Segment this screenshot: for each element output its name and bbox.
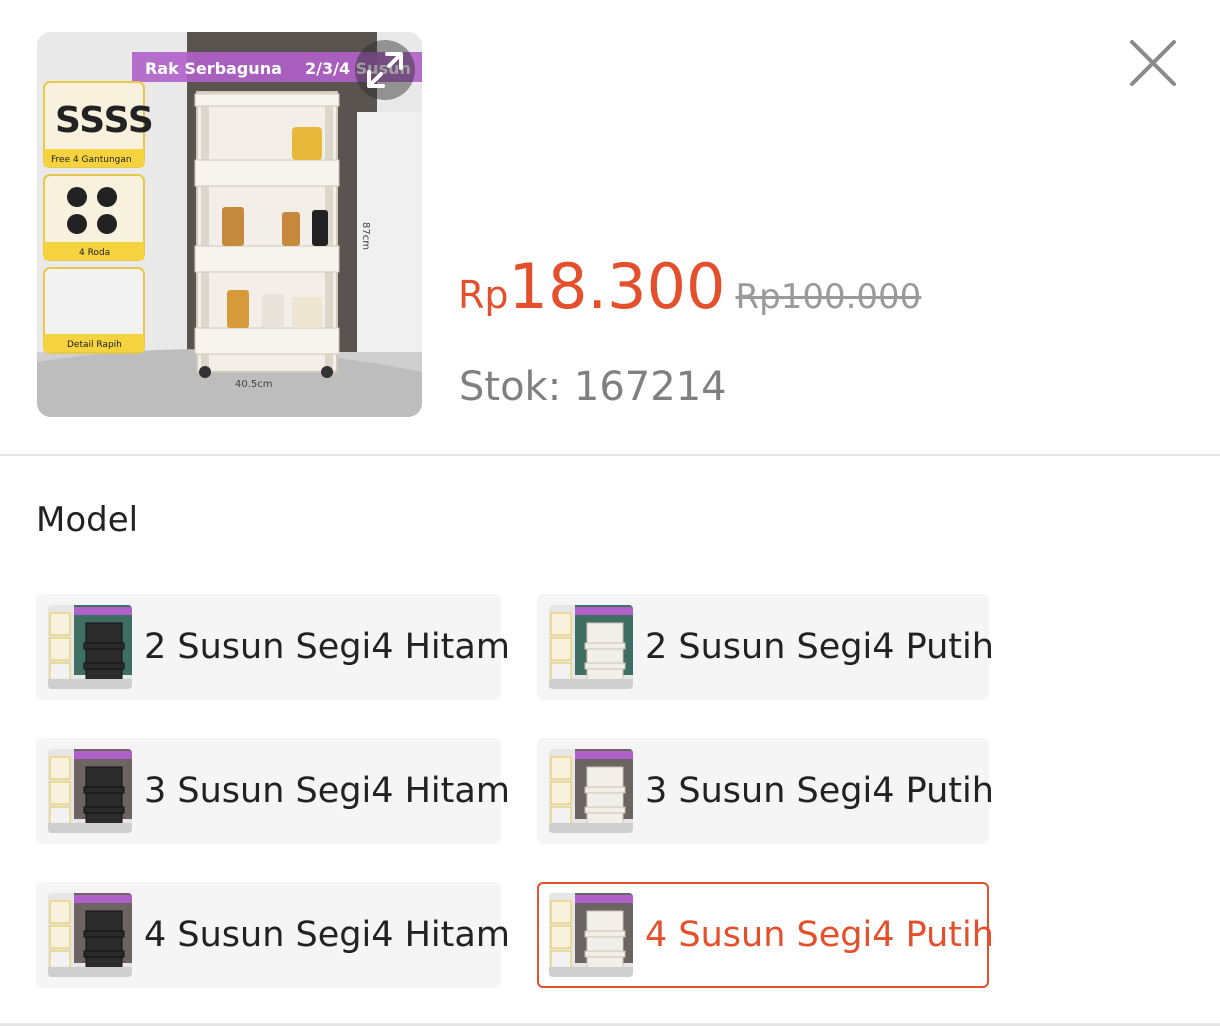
option-label: 2 Susun Segi4 Putih: [645, 627, 994, 667]
option-label: 3 Susun Segi4 Hitam: [144, 771, 510, 811]
stock-text: Stok: 167214: [459, 364, 727, 410]
variation-title: Model: [36, 500, 139, 540]
variation-option[interactable]: 2 Susun Segi4 Putih: [537, 594, 994, 700]
variation-option[interactable]: 3 Susun Segi4 Hitam: [36, 738, 510, 844]
option-label: 3 Susun Segi4 Putih: [645, 771, 994, 811]
price-value: 18.300: [508, 250, 726, 323]
original-price: Rp100.000: [735, 277, 922, 317]
price-row: Rp 18.300 Rp100.000: [458, 250, 921, 323]
image-feature-3: Detail Rapih: [67, 340, 122, 350]
image-feature-1: Free 4 Gantungan: [51, 155, 132, 165]
variation-option[interactable]: 3 Susun Segi4 Putih: [537, 738, 994, 844]
divider: [0, 454, 1220, 456]
image-feature-2: 4 Roda: [79, 248, 110, 258]
option-label: 2 Susun Segi4 Hitam: [144, 627, 510, 667]
variation-option[interactable]: 2 Susun Segi4 Hitam: [36, 594, 510, 700]
price-currency: Rp: [458, 273, 509, 317]
option-thumbnail: [48, 893, 132, 977]
option-thumbnail: [549, 605, 633, 689]
expand-image-button[interactable]: [355, 40, 415, 100]
option-label: 4 Susun Segi4 Hitam: [144, 915, 510, 955]
close-button[interactable]: [1128, 38, 1178, 88]
image-dim-height: 87cm: [360, 222, 371, 250]
svg-text:SSSS: SSSS: [55, 100, 154, 141]
option-thumbnail: [549, 749, 633, 833]
variation-bottom-sheet: Rak Serbaguna 2/3/4 Susun SSSS Free 4 Ga…: [0, 0, 1220, 1026]
option-thumbnail: [549, 893, 633, 977]
option-label: 4 Susun Segi4 Putih: [645, 915, 994, 955]
variation-option[interactable]: 4 Susun Segi4 Hitam: [36, 882, 510, 988]
option-thumbnail: [48, 749, 132, 833]
option-thumbnail: [48, 605, 132, 689]
image-banner-text: Rak Serbaguna: [145, 59, 282, 78]
image-dim-width: 40.5cm: [235, 379, 273, 390]
expand-icon: [367, 52, 403, 88]
close-icon: [1130, 40, 1176, 86]
variation-option[interactable]: 4 Susun Segi4 Putih: [537, 882, 994, 988]
